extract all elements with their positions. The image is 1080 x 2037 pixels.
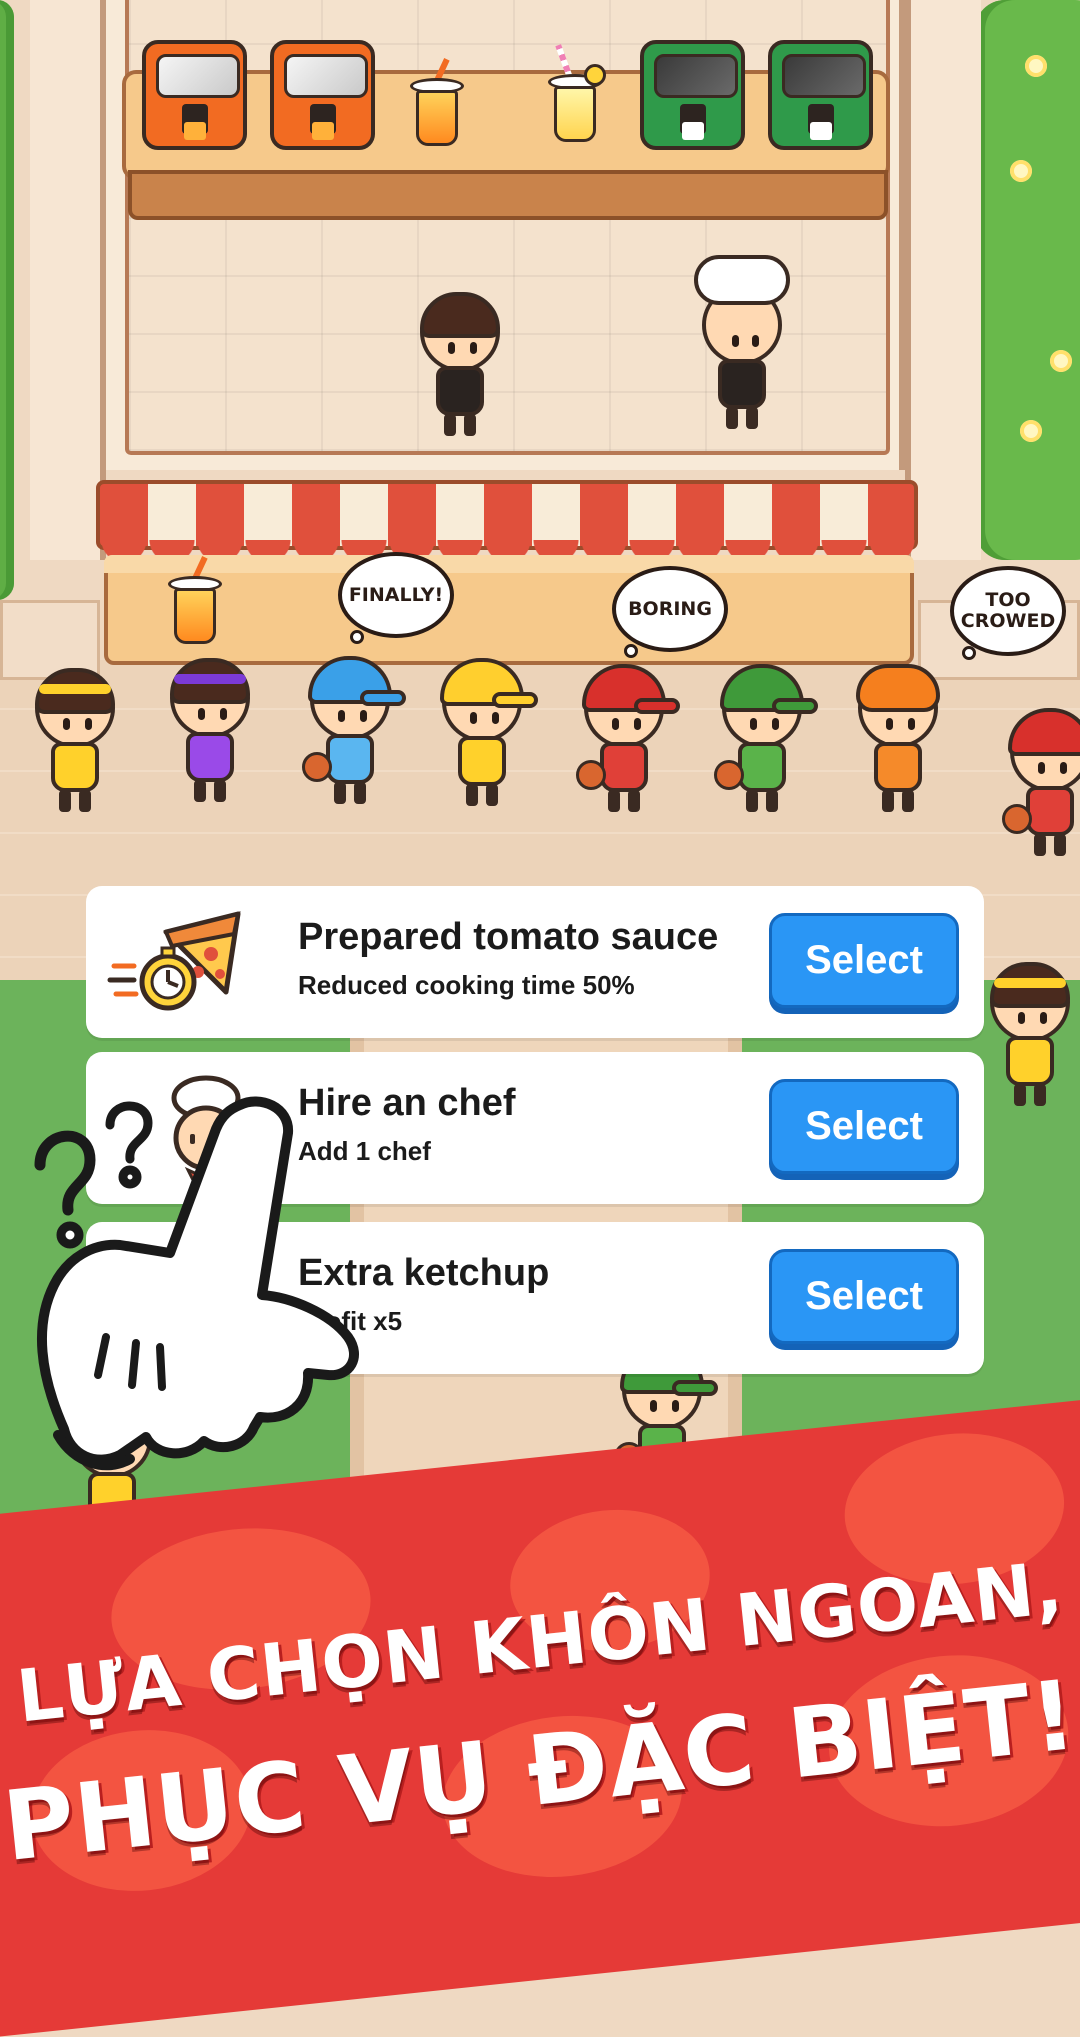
customer-character[interactable] [848, 664, 948, 818]
flower-icon [1010, 160, 1032, 182]
speech-bubble-tail [350, 630, 364, 644]
flower-icon [1050, 350, 1072, 372]
service-counter-top [104, 555, 914, 573]
soda-machine[interactable] [640, 40, 745, 150]
speech-bubble-too-crowed: TOO CROWED [950, 566, 1066, 656]
pointing-hand-icon [34, 1096, 359, 1471]
soda-machine[interactable] [768, 40, 873, 150]
pizza-stopwatch-icon [107, 911, 241, 1011]
juice-machine[interactable] [270, 40, 375, 150]
waiter-character[interactable] [410, 292, 510, 442]
speech-bubble-tail [962, 646, 976, 660]
hedge-right [975, 0, 1080, 560]
hedge-left [0, 0, 14, 600]
order-ready-juice-icon[interactable] [168, 556, 222, 646]
kitchen-counter-front [128, 170, 888, 220]
customer-character[interactable] [1000, 708, 1080, 862]
juice-machine[interactable] [142, 40, 247, 150]
customer-character[interactable] [712, 664, 818, 818]
customer-character[interactable] [432, 658, 538, 812]
customer-character[interactable] [25, 668, 125, 818]
orange-juice-icon [410, 58, 464, 148]
upgrade-title: Prepared tomato sauce [298, 916, 719, 958]
flower-icon [1025, 55, 1047, 77]
flower-icon [1020, 420, 1042, 442]
speech-bubble-tail [624, 644, 638, 658]
speech-bubble-finally: FINALLY! [338, 552, 454, 638]
select-button[interactable]: Select [769, 1079, 959, 1174]
upgrade-description: Reduced cooking time 50% [298, 970, 635, 1000]
upgrade-card: Prepared tomato sauce Reduced cooking ti… [86, 886, 984, 1038]
chef-character[interactable] [692, 255, 792, 435]
select-button[interactable]: Select [769, 913, 959, 1008]
customer-character[interactable] [980, 962, 1080, 1112]
wall-left [30, 0, 106, 560]
customer-character[interactable] [300, 656, 406, 810]
customer-character[interactable] [160, 658, 260, 808]
speech-bubble-boring: BORING [612, 566, 728, 652]
customer-character[interactable] [574, 664, 680, 818]
wall-right [905, 0, 981, 560]
lemonade-icon [548, 44, 606, 144]
select-button[interactable]: Select [769, 1249, 959, 1344]
